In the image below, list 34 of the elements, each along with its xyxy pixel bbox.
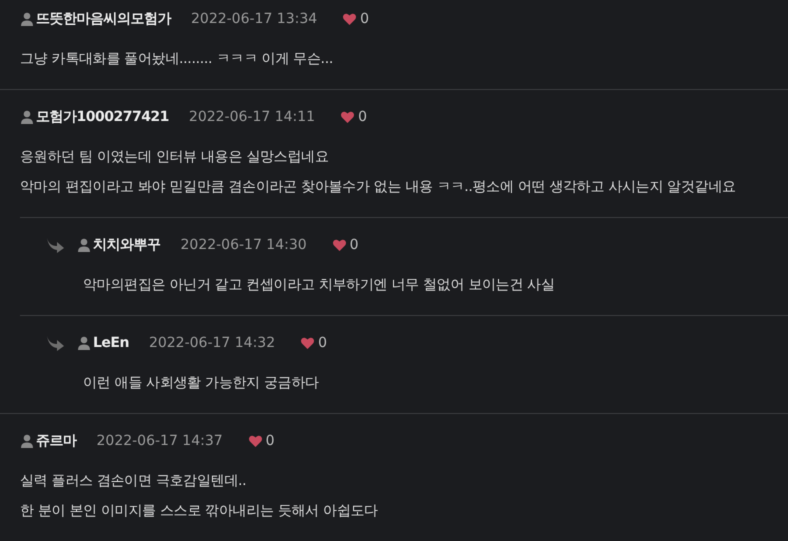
heart-icon[interactable] (248, 435, 262, 447)
like-count: 0 (318, 335, 328, 351)
heart-icon[interactable] (341, 111, 354, 123)
reply-arrow-icon (46, 237, 65, 253)
username[interactable]: 뜨뜻한마음씨의모험가 (36, 10, 171, 28)
comment-date: 2022-06-17 14:32 (148, 335, 276, 351)
comment-date: 2022-06-17 14:37 (96, 433, 223, 449)
like-count: 0 (358, 109, 368, 125)
username[interactable]: LeEn (93, 335, 129, 351)
user-icon (20, 434, 34, 448)
heart-icon[interactable] (343, 13, 356, 25)
heart-icon[interactable] (301, 337, 314, 349)
comment-text: 응원하던 팀 이였는데 인터뷰 내용은 실망스럽네요 (20, 148, 330, 167)
heart-icon[interactable] (332, 239, 346, 251)
comment-text: 실력 플러스 겸손이면 극호감일텐데.. (20, 472, 248, 491)
user-icon (77, 238, 91, 252)
comment-text: 악마의 편집이라고 봐야 믿길만큼 겸손이라곤 찾아볼수가 없는 내용 ㅋㅋ..평소에 어떤 생각하고 사시는지 알것같네요 (20, 178, 737, 197)
comment-date: 2022-06-17 13:34 (191, 11, 318, 27)
comment-text: 이런 애들 사회생활 가능한지 궁금하다 (83, 374, 320, 393)
like-count: 0 (360, 11, 370, 27)
username[interactable]: 쥬르마 (36, 432, 76, 450)
user-icon (20, 110, 34, 124)
comment-text: 그냥 카톡대화를 풀어놨네........ ㅋㅋㅋ 이게 무슨... (20, 50, 334, 69)
comment-text: 한 분이 본인 이미지를 스스로 깎아내리는 듯해서 아쉽도다 (20, 502, 379, 521)
comment-text: 악마의편집은 아닌거 같고 컨셉이라고 치부하기엔 너무 철없어 보이는건 사실 (83, 276, 556, 295)
username[interactable]: 치치와뿌꾸 (93, 236, 160, 254)
reply-arrow-icon (46, 335, 65, 351)
user-icon (20, 12, 34, 26)
comment-date: 2022-06-17 14:30 (180, 237, 307, 253)
like-count: 0 (350, 237, 359, 253)
like-count: 0 (266, 433, 275, 449)
username[interactable]: 모험가1000277421 (36, 108, 169, 126)
user-icon (77, 336, 91, 350)
comment-date: 2022-06-17 14:11 (188, 109, 316, 125)
